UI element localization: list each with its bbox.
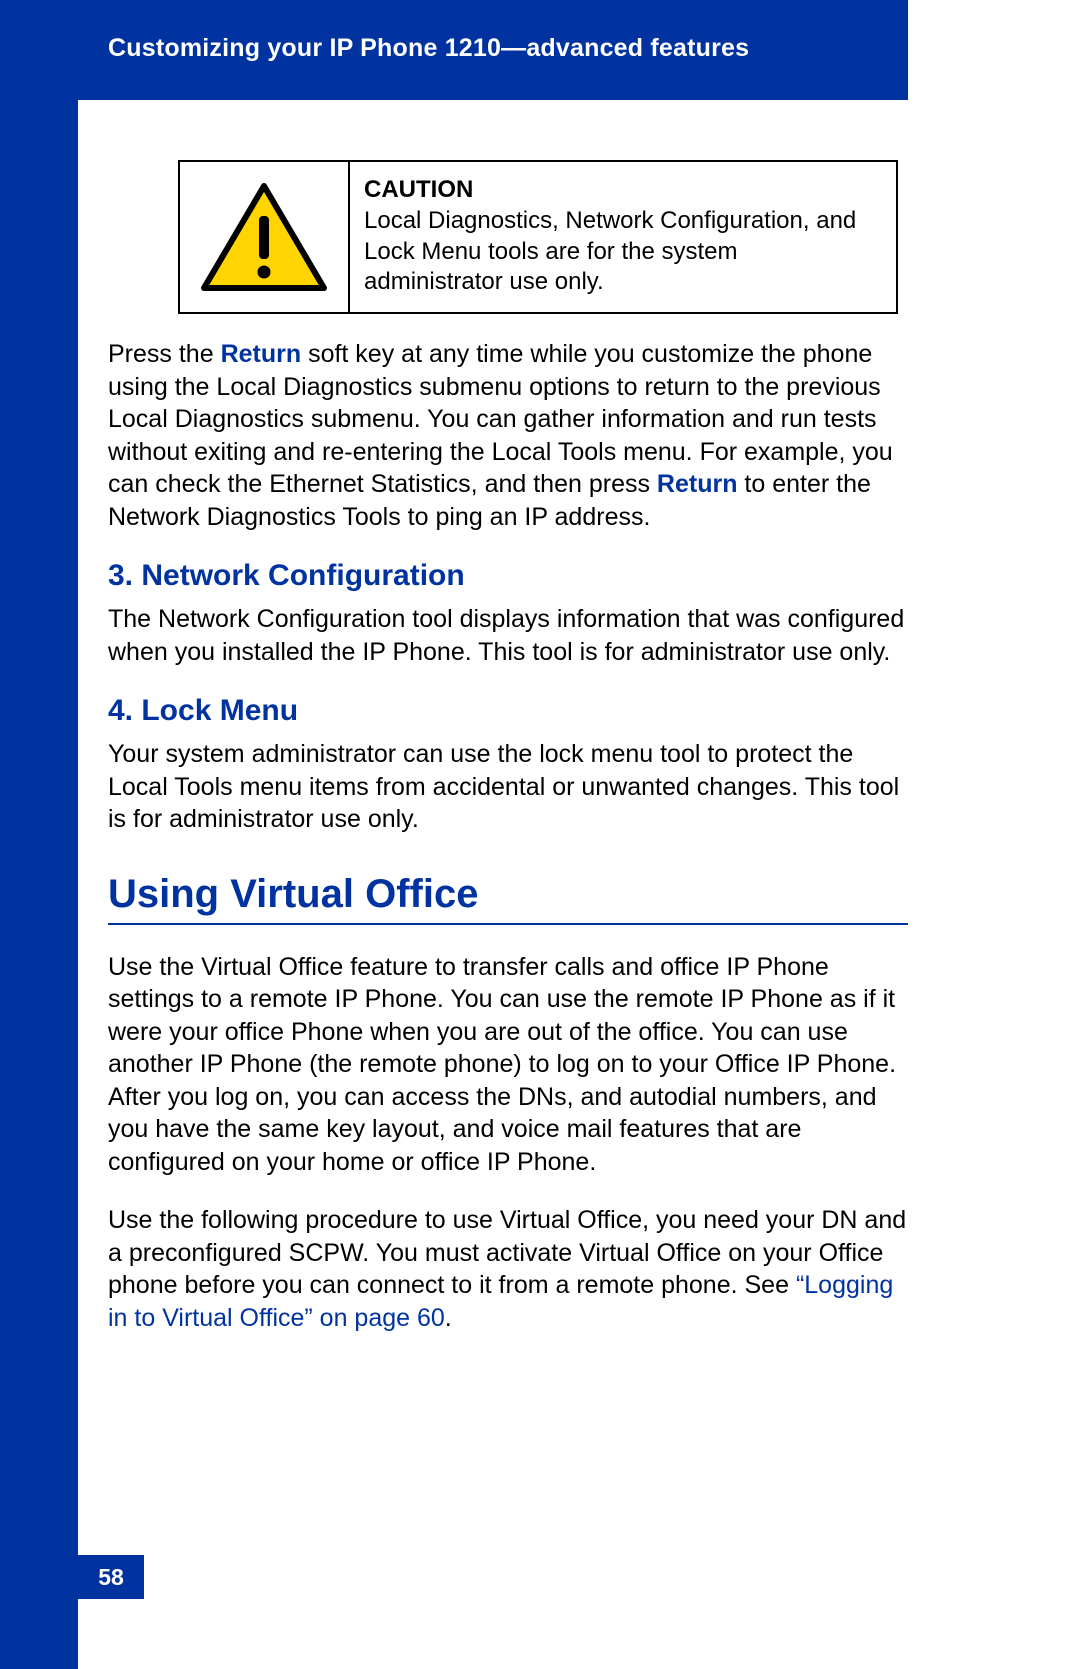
- virtual-office-paragraph-2: Use the following procedure to use Virtu…: [108, 1204, 908, 1334]
- virtual-office-paragraph-1: Use the Virtual Office feature to transf…: [108, 951, 908, 1179]
- caution-box: CAUTION Local Diagnostics, Network Confi…: [178, 160, 898, 314]
- heading-lock-menu: 4. Lock Menu: [108, 694, 908, 728]
- running-header-title: Customizing your IP Phone 1210—advanced …: [108, 34, 908, 63]
- text-run: Press the: [108, 340, 221, 368]
- return-softkey-ref: Return: [657, 470, 738, 498]
- caution-title: CAUTION: [364, 176, 878, 204]
- return-softkey-ref: Return: [221, 340, 302, 368]
- heading-rule: [108, 923, 908, 925]
- page-content: CAUTION Local Diagnostics, Network Confi…: [108, 160, 908, 1360]
- caution-description: Local Diagnostics, Network Configuration…: [364, 206, 878, 298]
- left-margin-strip: [0, 0, 78, 1669]
- heading-using-virtual-office: Using Virtual Office: [108, 872, 908, 917]
- diagnostics-paragraph: Press the Return soft key at any time wh…: [108, 338, 908, 533]
- text-run: .: [445, 1304, 452, 1332]
- running-header-bar: Customizing your IP Phone 1210—advanced …: [78, 0, 908, 100]
- text-run: Use the following procedure to use Virtu…: [108, 1206, 906, 1299]
- caution-icon-cell: [180, 162, 350, 312]
- lock-menu-paragraph: Your system administrator can use the lo…: [108, 738, 908, 836]
- caution-text-cell: CAUTION Local Diagnostics, Network Confi…: [350, 162, 896, 312]
- network-configuration-paragraph: The Network Configuration tool displays …: [108, 603, 908, 668]
- caution-triangle-icon: [199, 180, 329, 295]
- heading-network-configuration: 3. Network Configuration: [108, 559, 908, 593]
- page-number: 58: [78, 1555, 144, 1599]
